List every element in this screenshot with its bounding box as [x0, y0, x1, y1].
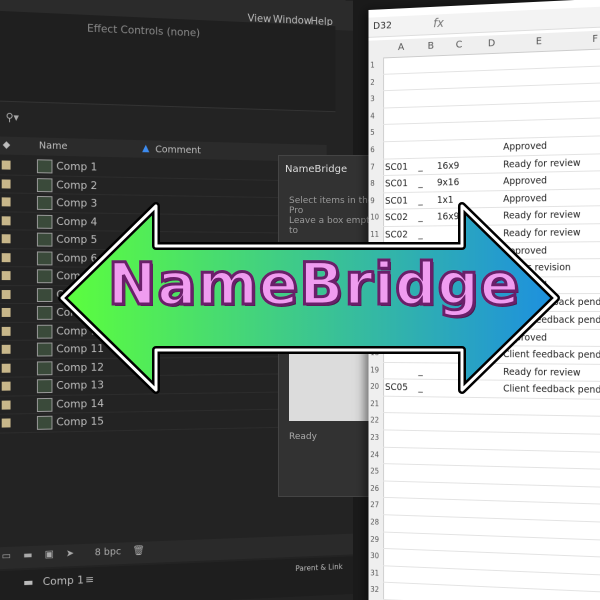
parent-link-label: Parent & Link: [295, 562, 343, 573]
timeline-folder-icon: ▬: [23, 575, 34, 590]
label-color-swatch: [1, 252, 11, 262]
label-color-swatch: [1, 307, 11, 317]
function-icon[interactable]: fx: [433, 16, 444, 30]
row-number: 28: [370, 517, 380, 527]
status-text: Ready: [289, 432, 317, 442]
composition-icon: [36, 397, 53, 412]
label-color-swatch: [1, 234, 11, 244]
row-number: 29: [370, 534, 380, 544]
comp-name: Comp 14: [56, 396, 104, 411]
label-color-swatch: [1, 160, 11, 170]
cell-separator[interactable]: _: [418, 178, 422, 189]
composite-banner: View Window Help ▢ ✒ T ✎ ⊥ ◆ ✶ Effect Co…: [0, 0, 600, 600]
composition-icon: [36, 324, 53, 339]
row-number: 4: [370, 111, 375, 121]
sort-ascending-icon[interactable]: ▲: [142, 143, 149, 154]
column-header[interactable]: C: [456, 40, 463, 51]
cell-scene[interactable]: SC01: [385, 179, 408, 190]
column-header[interactable]: D: [488, 38, 495, 49]
row-number: 22: [370, 416, 380, 425]
row-number: 3: [370, 94, 375, 104]
label-color-swatch: [1, 326, 11, 336]
cell-status[interactable]: Ready for review: [503, 157, 580, 170]
cell-scene[interactable]: SC01: [385, 161, 408, 172]
row-number: 1: [370, 60, 375, 70]
comp-name: Comp 2: [56, 177, 98, 192]
name-column-header[interactable]: Name: [39, 140, 68, 152]
new-composition-icon[interactable]: ▣: [45, 549, 54, 560]
interpret-footage-icon[interactable]: ▭: [2, 551, 11, 562]
bit-depth-button[interactable]: 8 bpc: [95, 546, 121, 558]
composition-icon: [36, 269, 53, 284]
menu-icon[interactable]: ≡: [85, 573, 94, 586]
namebridge-panel-title: NameBridge: [285, 164, 348, 175]
column-header[interactable]: E: [536, 36, 542, 47]
name-box[interactable]: D32: [373, 20, 392, 31]
comp-name: Comp 1: [56, 159, 98, 174]
cell-separator[interactable]: _: [418, 161, 422, 172]
new-folder-icon[interactable]: ▬: [23, 550, 32, 561]
composition-icon: [36, 415, 53, 430]
row-number: 7: [370, 162, 375, 172]
composition-icon: [36, 379, 53, 394]
row-number: 8: [370, 179, 375, 188]
cell-ratio[interactable]: 16x9: [437, 160, 459, 171]
comment-column-header[interactable]: Comment: [155, 144, 201, 156]
label-color-swatch: [1, 289, 11, 299]
row-number: 32: [370, 585, 380, 595]
composition-icon: [36, 287, 53, 302]
comp-name: Comp 15: [56, 414, 104, 429]
row-number: 21: [370, 399, 380, 409]
composition-icon: [36, 305, 53, 320]
label-color-swatch: [1, 381, 11, 391]
label-color-swatch: [1, 400, 11, 410]
row-number: 2: [370, 77, 375, 87]
label-tag-icon[interactable]: ◆: [3, 140, 11, 151]
namebridge-title: NameBridge: [106, 249, 521, 320]
composition-icon: [36, 214, 53, 229]
row-number: 26: [370, 483, 380, 493]
label-color-swatch: [1, 178, 11, 189]
row-number: 24: [370, 449, 380, 459]
cell-status[interactable]: Approved: [503, 141, 547, 153]
label-color-swatch: [1, 344, 11, 354]
label-color-swatch: [1, 418, 11, 428]
column-header[interactable]: F: [592, 34, 598, 45]
row-number: 25: [370, 466, 380, 476]
composition-icon: [36, 159, 53, 174]
row-number: 5: [370, 128, 375, 138]
label-color-swatch: [1, 215, 11, 225]
row-number: 23: [370, 433, 380, 442]
composition-icon: [36, 360, 53, 375]
column-header[interactable]: A: [398, 42, 404, 53]
row-number: 27: [370, 500, 380, 510]
composition-icon: [36, 250, 53, 265]
label-color-swatch: [1, 271, 11, 281]
row-number: 30: [370, 551, 380, 561]
render-queue-icon[interactable]: ➤: [66, 548, 74, 559]
composition-icon: [36, 232, 53, 247]
project-search-icon[interactable]: ⚲▾: [6, 111, 19, 124]
row-number: 31: [370, 568, 380, 578]
label-color-swatch: [1, 363, 11, 373]
column-header[interactable]: B: [428, 41, 434, 52]
row-number: 6: [370, 145, 375, 155]
composition-icon: [36, 195, 53, 211]
cell-ratio[interactable]: 9x16: [437, 177, 459, 188]
trash-icon[interactable]: 🗑: [133, 546, 145, 557]
composition-icon: [36, 177, 53, 192]
timeline-comp-tab[interactable]: Comp 1: [43, 574, 84, 589]
composition-icon: [36, 342, 53, 357]
label-color-swatch: [1, 197, 11, 207]
cell-status[interactable]: Approved: [503, 176, 547, 188]
